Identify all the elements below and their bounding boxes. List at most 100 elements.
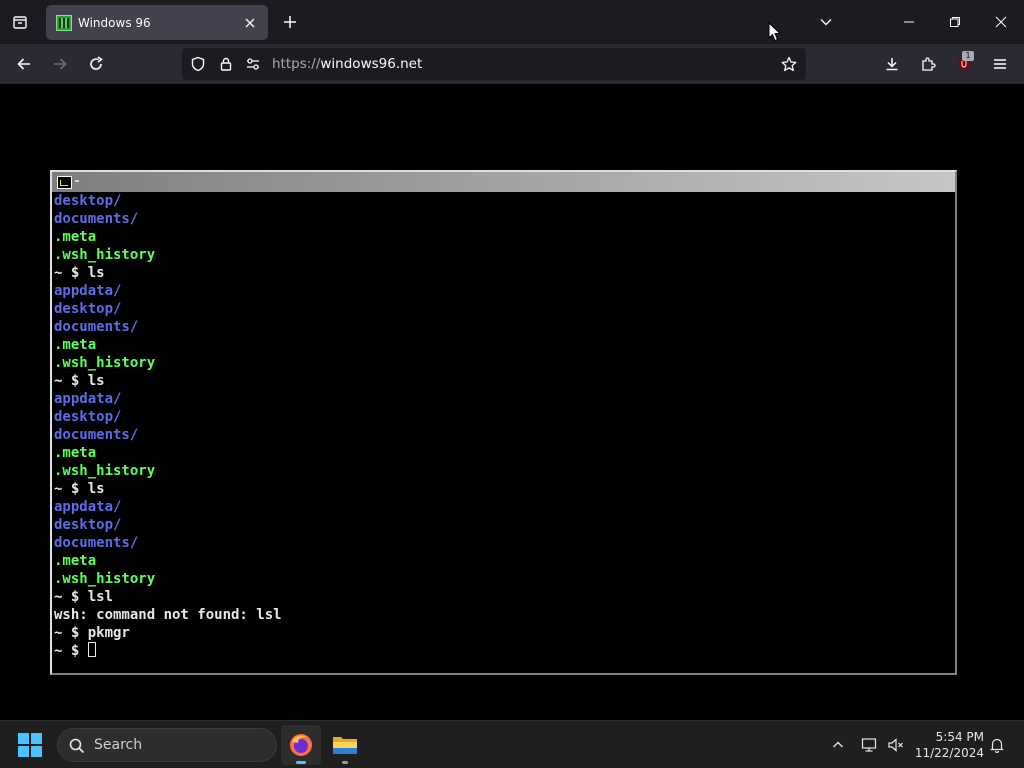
new-tab-button[interactable] bbox=[278, 10, 302, 34]
url-text: https://windows96.net bbox=[272, 56, 422, 72]
search-icon bbox=[69, 738, 85, 754]
url-host: windows96.net bbox=[320, 56, 423, 72]
terminal-prompt-line[interactable]: ~ $ bbox=[54, 642, 955, 660]
terminal-line: ~ $ ls bbox=[54, 265, 105, 281]
terminal-line: documents/ bbox=[54, 211, 139, 227]
mouse-pointer-icon bbox=[768, 22, 782, 42]
terminal-line: .wsh_history bbox=[54, 247, 156, 263]
terminal-line: .meta bbox=[54, 553, 97, 569]
terminal-line: ~ $ lsl bbox=[54, 589, 114, 605]
active-app-indicator bbox=[296, 761, 306, 764]
tracking-protection-shield-icon[interactable] bbox=[189, 55, 207, 73]
terminal-window[interactable]: desktop/documents/ .meta .wsh_history ~ $ l… bbox=[50, 170, 957, 675]
terminal-app-icon[interactable] bbox=[57, 176, 72, 189]
terminal-line: desktop/ bbox=[54, 301, 122, 317]
terminal-line: appdata/ bbox=[54, 499, 122, 515]
site-permissions-icon[interactable] bbox=[244, 55, 262, 73]
terminal-line: documents/ bbox=[54, 535, 139, 551]
puzzle-icon bbox=[922, 57, 936, 71]
url-scheme: https:// bbox=[272, 56, 321, 72]
back-button[interactable] bbox=[10, 50, 38, 78]
terminal-line: appdata/ bbox=[54, 283, 122, 299]
tab-close-button[interactable] bbox=[240, 13, 260, 33]
extensions-button[interactable] bbox=[914, 50, 942, 78]
titlebar-dot bbox=[75, 180, 79, 182]
system-clock[interactable]: 5:54 PM 11/22/2024 bbox=[914, 729, 984, 761]
chevron-up-icon bbox=[833, 741, 843, 748]
taskbar-search-box[interactable]: Search bbox=[57, 728, 277, 762]
list-all-tabs-button[interactable] bbox=[812, 8, 840, 36]
tab-list-button[interactable] bbox=[8, 10, 32, 34]
terminal-line: desktop/ bbox=[54, 409, 122, 425]
plus-icon bbox=[284, 16, 296, 28]
restore-button[interactable] bbox=[941, 8, 969, 36]
forward-button[interactable] bbox=[46, 50, 74, 78]
start-button[interactable] bbox=[18, 733, 42, 757]
terminal-titlebar[interactable] bbox=[52, 172, 955, 192]
chevron-down-icon bbox=[820, 19, 832, 26]
firefox-icon bbox=[290, 734, 312, 756]
restore-icon bbox=[950, 17, 960, 27]
terminal-line: documents/ bbox=[54, 319, 139, 335]
navigation-bar: https://windows96.net 1 bbox=[0, 44, 1024, 84]
notifications-button[interactable] bbox=[985, 733, 1009, 757]
windows-logo-icon bbox=[18, 733, 29, 744]
close-icon bbox=[995, 16, 1007, 28]
url-bar[interactable]: https://windows96.net bbox=[182, 48, 806, 80]
tab-title: Windows 96 bbox=[78, 15, 151, 30]
terminal-line: ~ $ pkmgr bbox=[54, 625, 130, 641]
clock-date: 11/22/2024 bbox=[914, 746, 984, 760]
show-hidden-icons-button[interactable] bbox=[826, 733, 850, 757]
reload-button[interactable] bbox=[82, 50, 110, 78]
extension-badge: 1 bbox=[962, 51, 974, 61]
bookmark-star-icon[interactable] bbox=[780, 55, 798, 73]
terminal-output[interactable]: desktop/documents/ .meta .wsh_history ~ $ l… bbox=[52, 192, 955, 673]
downloads-button[interactable] bbox=[878, 50, 906, 78]
windows-logo-tile bbox=[31, 746, 42, 757]
taskbar-firefox[interactable] bbox=[281, 725, 321, 765]
terminal-line: appdata/ bbox=[54, 391, 122, 407]
network-status-button[interactable] bbox=[858, 733, 882, 757]
reload-icon bbox=[90, 56, 103, 70]
terminal-line: .wsh_history bbox=[54, 355, 156, 371]
lock-icon[interactable] bbox=[217, 55, 235, 73]
hamburger-menu-icon bbox=[994, 59, 1006, 69]
clock-time: 5:54 PM bbox=[935, 730, 984, 744]
arrow-right-icon bbox=[54, 58, 67, 70]
terminal-line: .meta bbox=[54, 229, 97, 245]
app-menu-button[interactable] bbox=[986, 50, 1014, 78]
page-content: desktop/documents/ .meta .wsh_history ~ $ l… bbox=[0, 84, 1024, 720]
tab-windows96[interactable]: Windows 96 bbox=[46, 5, 268, 40]
volume-muted-button[interactable] bbox=[884, 733, 908, 757]
terminal-line: ~ $ ls bbox=[54, 373, 105, 389]
terminal-line: desktop/ bbox=[54, 517, 122, 533]
terminal-line: .wsh_history bbox=[54, 571, 156, 587]
speaker-muted-icon bbox=[888, 738, 903, 752]
windows96-favicon-icon bbox=[56, 14, 72, 31]
arrow-left-icon bbox=[17, 58, 30, 70]
taskbar: Search 5:54 PM 11/22/2024 bbox=[0, 720, 1024, 768]
terminal-line: ~ $ ls bbox=[54, 481, 105, 497]
minimize-icon bbox=[904, 21, 914, 23]
terminal-line: .meta bbox=[54, 445, 97, 461]
terminal-line: desktop/ bbox=[54, 193, 122, 209]
folder-icon bbox=[333, 737, 357, 754]
minimize-button[interactable] bbox=[895, 8, 923, 36]
terminal-line: documents/ bbox=[54, 427, 139, 443]
text-cursor bbox=[87, 642, 96, 657]
tab-list-icon bbox=[13, 16, 27, 29]
terminal-line: .meta bbox=[54, 337, 97, 353]
windows-logo-tile bbox=[18, 746, 29, 757]
network-monitor-icon bbox=[861, 738, 877, 752]
browser-tab-strip: Windows 96 bbox=[0, 0, 1024, 44]
taskbar-file-explorer[interactable] bbox=[325, 725, 365, 765]
windows-logo-tile bbox=[31, 733, 42, 744]
close-icon bbox=[245, 18, 255, 27]
search-placeholder: Search bbox=[94, 737, 143, 753]
close-window-button[interactable] bbox=[987, 8, 1015, 36]
bell-icon bbox=[990, 738, 1004, 753]
terminal-prompt: ~ $ bbox=[54, 643, 88, 659]
download-icon bbox=[886, 58, 898, 71]
open-app-indicator bbox=[342, 761, 348, 764]
terminal-line: .wsh_history bbox=[54, 463, 156, 479]
